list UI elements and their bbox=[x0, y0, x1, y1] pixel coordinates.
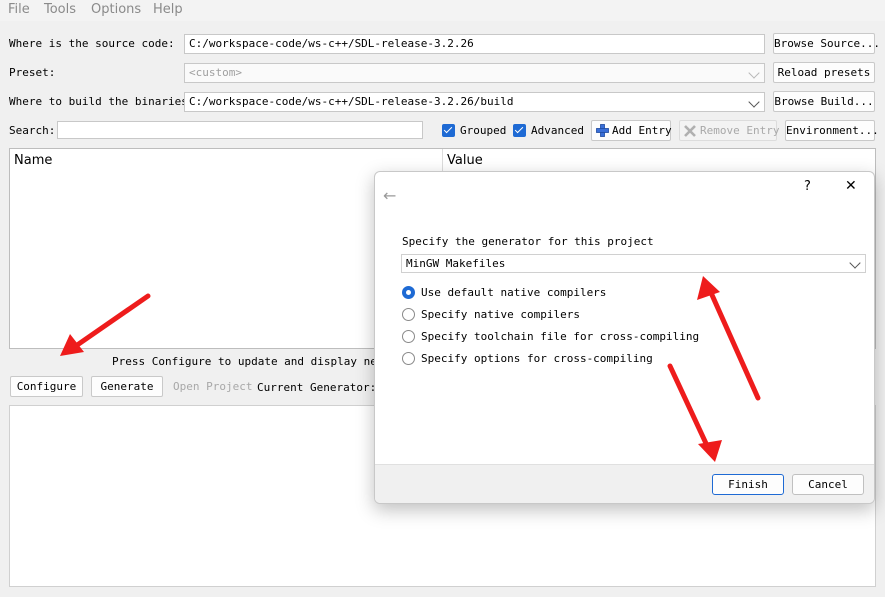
radio-toolchain-file[interactable] bbox=[402, 330, 415, 343]
cancel-button[interactable]: Cancel bbox=[792, 474, 864, 495]
advanced-checkbox[interactable] bbox=[513, 124, 526, 137]
remove-icon bbox=[684, 125, 696, 137]
radio-cross-compiling-options[interactable] bbox=[402, 352, 415, 365]
dialog-footer: Finish Cancel bbox=[375, 464, 874, 503]
chevron-down-icon bbox=[748, 67, 760, 79]
radio-toolchain-file-label: Specify toolchain file for cross-compili… bbox=[421, 330, 700, 343]
column-header-name[interactable]: Name bbox=[10, 149, 442, 173]
environment-button[interactable]: Environment... bbox=[785, 120, 879, 141]
help-button[interactable]: ? bbox=[804, 179, 811, 194]
remove-entry-label: Remove Entry bbox=[700, 124, 780, 137]
radio-default-compilers-label: Use default native compilers bbox=[421, 286, 607, 299]
close-icon[interactable]: ✕ bbox=[845, 178, 857, 194]
preset-value: <custom> bbox=[189, 66, 242, 79]
search-label: Search: bbox=[9, 124, 56, 137]
source-path-input[interactable]: C:/workspace-code/ws-c++/SDL-release-3.2… bbox=[184, 34, 765, 54]
add-entry-button[interactable]: Add Entry bbox=[591, 120, 672, 141]
chevron-down-icon bbox=[849, 257, 861, 269]
preset-label: Preset: bbox=[9, 66, 56, 79]
status-text: Press Configure to update and display ne… bbox=[112, 355, 404, 368]
generator-value: MinGW Makefiles bbox=[406, 257, 506, 270]
generate-button[interactable]: Generate bbox=[91, 376, 163, 397]
build-label: Where to build the binaries: bbox=[9, 95, 195, 108]
radio-native-compilers[interactable] bbox=[402, 308, 415, 321]
browse-build-button[interactable]: Browse Build... bbox=[773, 91, 875, 112]
menu-help[interactable]: Help bbox=[153, 2, 183, 17]
grouped-label: Grouped bbox=[460, 124, 507, 137]
generator-select[interactable]: MinGW Makefiles bbox=[401, 254, 866, 273]
reload-presets-button[interactable]: Reload presets bbox=[773, 62, 875, 83]
search-input[interactable] bbox=[57, 121, 423, 139]
build-path-value: C:/workspace-code/ws-c++/SDL-release-3.2… bbox=[189, 95, 514, 108]
build-path-combo[interactable]: C:/workspace-code/ws-c++/SDL-release-3.2… bbox=[184, 92, 765, 112]
menu-file[interactable]: File bbox=[8, 2, 30, 17]
preset-select[interactable]: <custom> bbox=[184, 63, 765, 83]
plus-icon bbox=[596, 124, 609, 137]
generator-prompt: Specify the generator for this project bbox=[402, 235, 654, 248]
finish-button[interactable]: Finish bbox=[712, 474, 784, 495]
browse-source-button[interactable]: Browse Source... bbox=[773, 33, 880, 54]
advanced-label: Advanced bbox=[531, 124, 584, 137]
menu-options[interactable]: Options bbox=[91, 2, 141, 17]
radio-cross-compiling-options-label: Specify options for cross-compiling bbox=[421, 352, 653, 365]
add-entry-label: Add Entry bbox=[612, 124, 672, 137]
back-arrow-icon[interactable]: ← bbox=[383, 186, 396, 205]
menu-bar: File Tools Options Help bbox=[0, 0, 885, 21]
radio-default-compilers[interactable] bbox=[402, 286, 415, 299]
generator-dialog: ← ? ✕ Specify the generator for this pro… bbox=[374, 171, 875, 504]
chevron-down-icon bbox=[748, 96, 760, 108]
radio-native-compilers-label: Specify native compilers bbox=[421, 308, 580, 321]
column-header-value[interactable]: Value bbox=[443, 149, 873, 173]
current-generator-label: Current Generator: N bbox=[257, 381, 390, 394]
open-project-button[interactable]: Open Project bbox=[172, 376, 252, 397]
menu-tools[interactable]: Tools bbox=[44, 2, 76, 17]
configure-button[interactable]: Configure bbox=[10, 376, 83, 397]
source-label: Where is the source code: bbox=[9, 37, 175, 50]
remove-entry-button[interactable]: Remove Entry bbox=[679, 120, 780, 141]
grouped-checkbox[interactable] bbox=[442, 124, 455, 137]
